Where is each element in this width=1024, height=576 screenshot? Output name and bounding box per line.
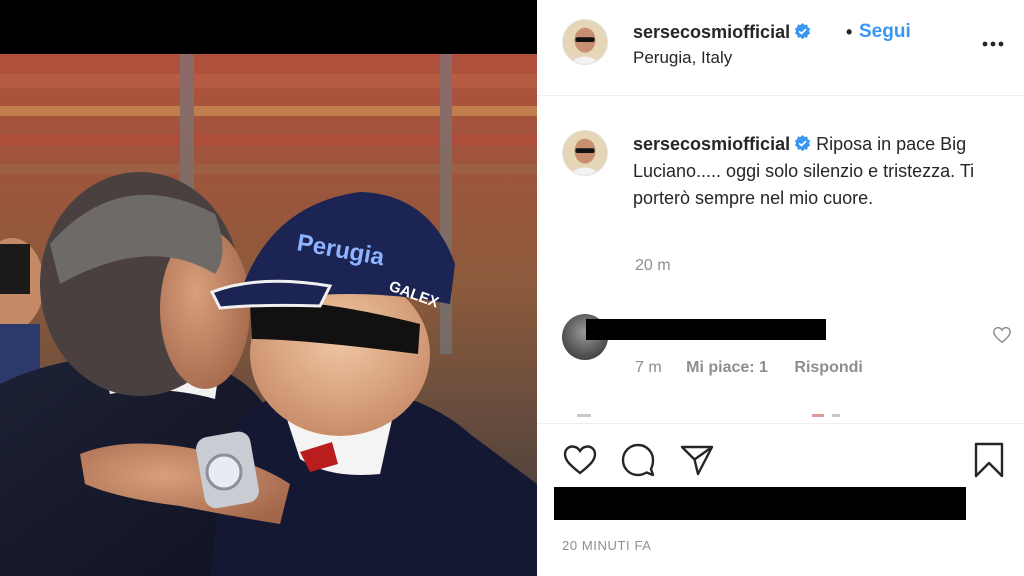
- author-username-text[interactable]: sersecosmiofficial: [633, 22, 790, 42]
- next-comment-peek: [577, 414, 840, 417]
- follow-button[interactable]: Segui: [859, 21, 911, 43]
- bookmark-icon[interactable]: [971, 442, 1007, 478]
- caption-author-avatar[interactable]: [562, 130, 608, 176]
- caption-username[interactable]: sersecosmiofficial: [633, 134, 790, 154]
- comment-meta: 7 m Mi piace: 1 Rispondi: [635, 359, 863, 377]
- post-caption: sersecosmiofficial Riposa in pace Big Lu…: [537, 110, 1024, 290]
- comment-likes-count[interactable]: Mi piace: 1: [686, 359, 768, 376]
- post-timestamp[interactable]: 20 MINUTI FA: [562, 538, 652, 553]
- caption-body: sersecosmiofficial Riposa in pace Big Lu…: [633, 131, 1003, 212]
- comment-item: 7 m Mi piace: 1 Rispondi: [537, 306, 1024, 417]
- post-photo[interactable]: Perugia GALEX: [0, 54, 537, 576]
- post-location[interactable]: Perugia, Italy: [633, 48, 732, 68]
- header-separator: •: [846, 22, 853, 42]
- post-photo-illustration: Perugia GALEX: [0, 54, 537, 576]
- post-actions: 20 MINUTI FA: [537, 423, 1024, 576]
- redaction-bar: [554, 487, 966, 520]
- comment-like-heart-icon[interactable]: [992, 326, 1012, 344]
- post-header: sersecosmiofficial • Segui Perugia, Ital…: [537, 0, 1024, 96]
- paper-plane-icon[interactable]: [679, 442, 715, 478]
- author-username[interactable]: sersecosmiofficial: [633, 22, 811, 43]
- more-options-icon[interactable]: [981, 34, 1005, 54]
- comment-bubble-icon[interactable]: [620, 442, 656, 478]
- verified-badge-icon: [794, 23, 811, 40]
- verified-badge-icon: [794, 135, 811, 152]
- post-side-panel: sersecosmiofficial • Segui Perugia, Ital…: [537, 0, 1024, 576]
- caption-time[interactable]: 20 m: [635, 257, 671, 275]
- heart-icon[interactable]: [562, 442, 598, 478]
- comment-time[interactable]: 7 m: [635, 359, 662, 376]
- author-avatar[interactable]: [562, 19, 608, 65]
- comment-reply-button[interactable]: Rispondi: [794, 359, 862, 376]
- redaction-bar: [586, 319, 826, 340]
- post-media-area: Perugia GALEX: [0, 0, 537, 576]
